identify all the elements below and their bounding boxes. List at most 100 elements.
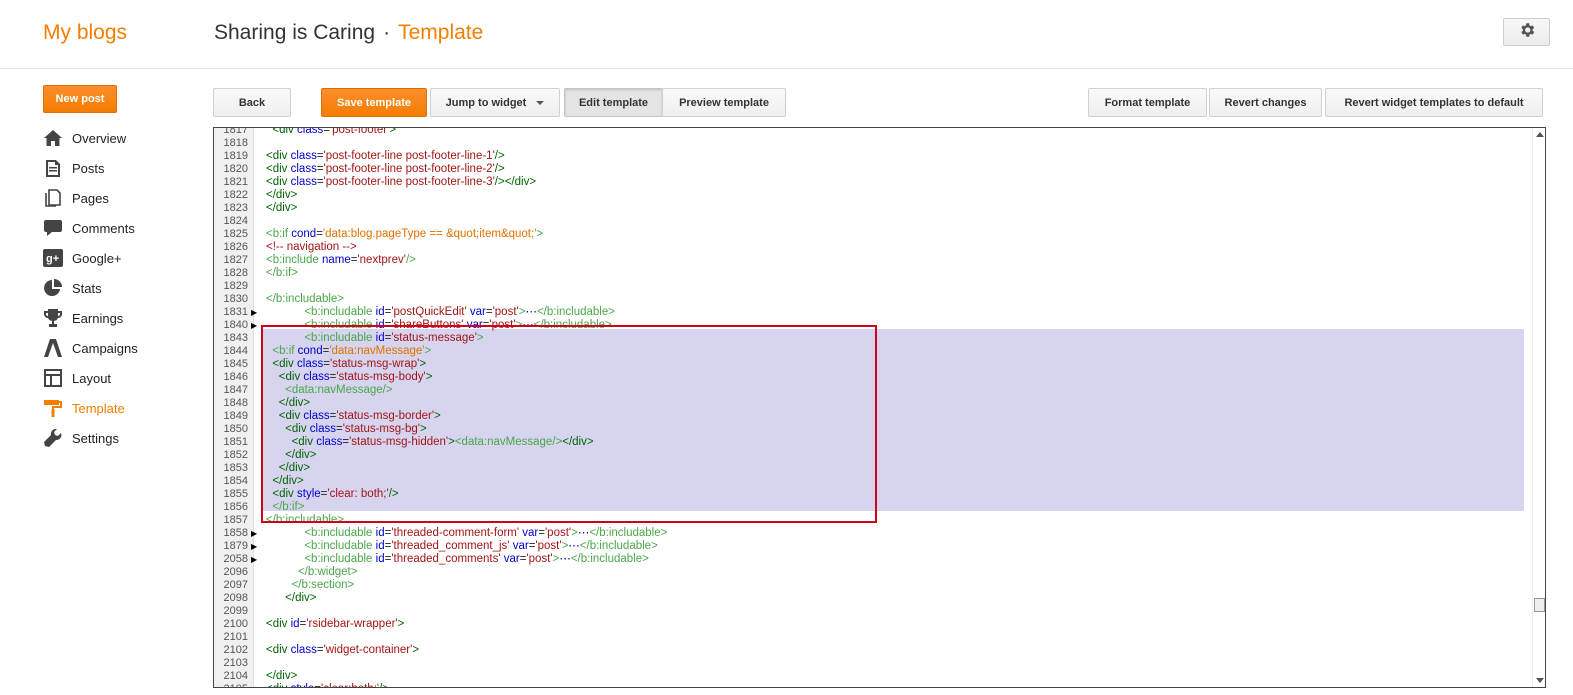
code-line[interactable]: 2101	[214, 631, 1532, 644]
save-template-button[interactable]: Save template	[321, 88, 427, 117]
sidebar-item-comments[interactable]: Comments	[43, 215, 183, 241]
sidebar-item-layout[interactable]: Layout	[43, 365, 183, 391]
revert-widget-templates-button[interactable]: Revert widget templates to default	[1325, 88, 1543, 117]
code-line[interactable]: 2097 </b:section>	[214, 579, 1532, 592]
sidebar-item-earnings[interactable]: Earnings	[43, 305, 183, 331]
wrench-icon	[43, 428, 63, 448]
code-text: <b:includable id='threaded-comment-form'…	[304, 527, 668, 539]
code-line[interactable]: 2058 ▶ <b:includable id='threaded_comment…	[214, 553, 1532, 566]
svg-text:g+: g+	[46, 253, 59, 265]
sidebar-item-settings[interactable]: Settings	[43, 425, 183, 451]
scrollbar-thumb[interactable]	[1534, 598, 1545, 612]
code-line[interactable]: 2104 </div>	[214, 670, 1532, 683]
line-number: 1846	[223, 371, 248, 383]
line-number: 1829	[223, 280, 248, 292]
blog-name[interactable]: Sharing is Caring	[214, 21, 375, 44]
line-number: 1849	[223, 410, 248, 422]
code-line[interactable]: 1824	[214, 215, 1532, 228]
code-line[interactable]: 1825 <b:if cond='data:blog.pageType == &q…	[214, 228, 1532, 241]
jump-to-widget-dropdown[interactable]: Jump to widget	[430, 88, 560, 117]
preview-template-button[interactable]: Preview template	[662, 88, 786, 117]
code-line[interactable]: 2102 <div class='widget-container'>	[214, 644, 1532, 657]
chevron-down-icon	[536, 100, 545, 105]
code-line[interactable]: 1879 ▶ <b:includable id='threaded_comment…	[214, 540, 1532, 553]
code-line[interactable]: 2100 <div id='rsidebar-wrapper'>	[214, 618, 1532, 631]
new-post-button[interactable]: New post	[43, 85, 117, 113]
code-line[interactable]: 1818	[214, 137, 1532, 150]
code-line[interactable]: 1817 <div class='post-footer'>	[214, 127, 1532, 137]
code-line[interactable]: 1828 </b:if>	[214, 267, 1532, 280]
code-line[interactable]: 2098 </div>	[214, 592, 1532, 605]
sidebar-item-template[interactable]: Template	[43, 395, 183, 421]
code-line[interactable]: 1830 </b:includable>	[214, 293, 1532, 306]
code-text: <div class='post-footer'>	[272, 127, 397, 136]
top-header: My blogs Sharing is Caring · Template	[0, 0, 1573, 69]
code-line[interactable]: 1827 <b:include name='nextprev'/>	[214, 254, 1532, 267]
revert-changes-button[interactable]: Revert changes	[1209, 88, 1322, 117]
code-line[interactable]: 1858 ▶ <b:includable id='threaded-comment…	[214, 527, 1532, 540]
fold-arrow-icon[interactable]: ▶	[251, 553, 257, 566]
code-line[interactable]: 2096 </b:widget>	[214, 566, 1532, 579]
code-text: <div class='widget-container'>	[266, 644, 420, 656]
sidebar-item-campaigns[interactable]: Campaigns	[43, 335, 183, 361]
fold-arrow-icon[interactable]: ▶	[251, 527, 257, 540]
scroll-down-icon[interactable]	[1536, 678, 1544, 683]
pages-icon	[43, 188, 63, 208]
sidebar-item-label: Layout	[72, 370, 112, 386]
code-line[interactable]: 1829	[214, 280, 1532, 293]
back-button[interactable]: Back	[213, 88, 291, 117]
code-text: <div id='rsidebar-wrapper'>	[266, 618, 405, 630]
code-line[interactable]: 1822 </div>	[214, 189, 1532, 202]
code-text: <b:includable id='threaded_comment_js' v…	[304, 540, 658, 552]
line-number: 1853	[223, 462, 248, 474]
code-line[interactable]: 1826 <!-- navigation -->	[214, 241, 1532, 254]
code-line[interactable]: 1821 <div class='post-footer-line post-fo…	[214, 176, 1532, 189]
line-number: 2105	[214, 683, 248, 687]
line-number: 1831	[223, 306, 248, 318]
line-number: 1824	[223, 215, 248, 227]
line-number: 1854	[223, 475, 248, 487]
code-text: </b:if>	[266, 267, 298, 279]
code-line[interactable]: 2105 <div style='clear:both;'/>	[214, 683, 1532, 687]
my-blogs-link[interactable]: My blogs	[43, 21, 127, 45]
sidebar-item-label: Stats	[72, 280, 102, 296]
code-line[interactable]: 2103	[214, 657, 1532, 670]
code-line[interactable]: 1819 <div class='post-footer-line post-fo…	[214, 150, 1532, 163]
code-line[interactable]: 1831 ▶ <b:includable id='postQuickEdit' v…	[214, 306, 1532, 319]
code-line[interactable]: 1823 </div>	[214, 202, 1532, 215]
sidebar-item-label: Posts	[72, 160, 105, 176]
line-number: 1840	[223, 319, 248, 331]
format-template-button[interactable]: Format template	[1088, 88, 1207, 117]
line-number: 1851	[223, 436, 248, 448]
vertical-scrollbar[interactable]	[1532, 128, 1545, 687]
fold-arrow-icon[interactable]: ▶	[251, 319, 257, 332]
line-number: 1826	[223, 241, 248, 253]
code-text: <div style='clear:both;'/>	[266, 683, 389, 687]
sidebar-item-overview[interactable]: Overview	[43, 125, 183, 151]
settings-gear-button[interactable]	[1503, 18, 1550, 46]
campaigns-icon	[43, 338, 63, 358]
line-number: 1879	[223, 540, 248, 552]
breadcrumb-separator: ·	[383, 21, 391, 44]
edit-template-button[interactable]: Edit template	[564, 88, 663, 117]
sidebar-item-posts[interactable]: Posts	[43, 155, 183, 181]
fold-arrow-icon[interactable]: ▶	[251, 306, 257, 319]
google-plus-icon: g+	[43, 248, 63, 268]
sidebar-item-stats[interactable]: Stats	[43, 275, 183, 301]
code-text: </div>	[285, 592, 317, 604]
line-number: 1821	[223, 176, 248, 188]
sidebar-item-pages[interactable]: Pages	[43, 185, 183, 211]
line-number: 2099	[223, 605, 248, 617]
code-line[interactable]: 2099	[214, 605, 1532, 618]
jump-to-widget-label: Jump to widget	[445, 96, 527, 109]
sidebar-item-google-plus[interactable]: g+ Google+	[43, 245, 183, 271]
line-number: 2103	[223, 657, 248, 669]
comments-icon	[43, 218, 63, 238]
code-line[interactable]: 1820 <div class='post-footer-line post-fo…	[214, 163, 1532, 176]
fold-arrow-icon[interactable]: ▶	[251, 540, 257, 553]
template-code-editor[interactable]: 1817 <div class='post-footer'> 1818 1819 <d…	[213, 127, 1546, 688]
scroll-up-icon[interactable]	[1536, 132, 1544, 137]
line-number: 1847	[223, 384, 248, 396]
code-text: <b:includable id='threaded_comments' var…	[304, 553, 649, 565]
sidebar-item-label: Template	[72, 400, 125, 416]
